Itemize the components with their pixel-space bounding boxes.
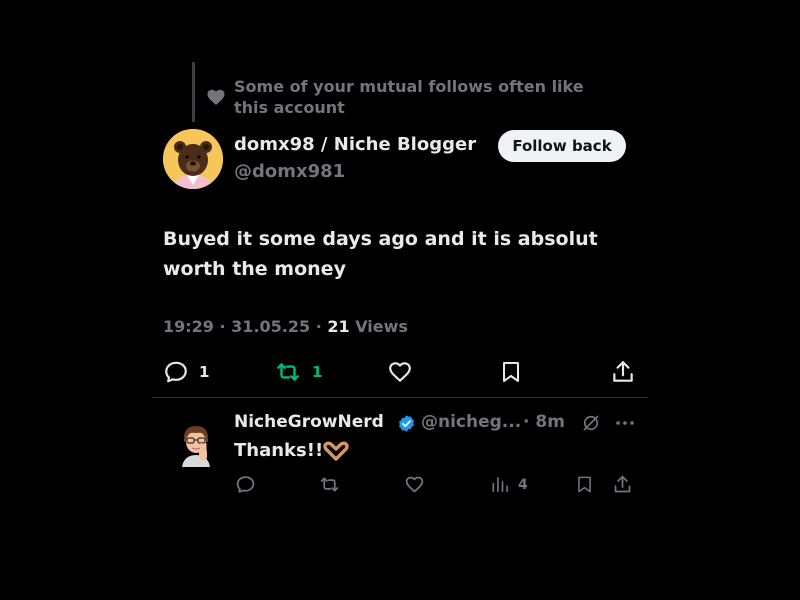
share-button[interactable] [610, 359, 636, 385]
share-icon [610, 359, 636, 385]
bookmark-button[interactable] [499, 359, 523, 385]
mute-icon [581, 413, 601, 433]
bookmark-icon [575, 474, 594, 495]
author-handle[interactable]: @domx981 [234, 161, 345, 182]
reply-author-name[interactable]: NicheGrowNerd [234, 412, 384, 432]
repost-button[interactable]: 1 [274, 359, 322, 385]
thread-line [192, 62, 195, 122]
verified-badge-icon [397, 414, 416, 433]
more-icon [614, 413, 636, 433]
reply-reply-button[interactable] [235, 474, 256, 495]
divider [152, 397, 648, 398]
reply-share-button[interactable] [612, 474, 633, 495]
reply-bookmark-button[interactable] [575, 474, 594, 495]
reply-count: 1 [199, 363, 210, 381]
analytics-icon [490, 474, 510, 495]
heart-icon [387, 359, 413, 385]
mute-conversation-button[interactable] [581, 413, 601, 433]
follow-back-button[interactable]: Follow back [498, 130, 626, 162]
more-options-button[interactable] [614, 413, 636, 433]
tweet-text: Buyed it some days ago and it is absolut… [163, 228, 598, 280]
reply-time[interactable]: · 8m [523, 412, 565, 432]
tweet-time[interactable]: 19:29 [163, 317, 214, 336]
social-context: Some of your mutual follows often like t… [206, 76, 594, 118]
author-avatar[interactable] [163, 129, 223, 189]
meta-separator: · [219, 317, 226, 336]
views-count: 21 [327, 317, 350, 336]
author-name[interactable]: domx98 / Niche Blogger [234, 134, 476, 155]
tweet-meta: 19:29 · 31.05.25 · 21 Views [163, 317, 408, 336]
reply-like-button[interactable] [404, 474, 425, 495]
tweet-date[interactable]: 31.05.25 [231, 317, 310, 336]
reply-views-count: 4 [518, 476, 528, 493]
reply-icon [163, 359, 189, 385]
share-icon [612, 474, 633, 495]
views-label: Views [355, 317, 408, 336]
reply-author-handle[interactable]: @nicheg... [421, 412, 521, 432]
reply-views-button[interactable]: 4 [490, 474, 528, 495]
heart-icon [206, 87, 226, 107]
repost-icon [318, 474, 341, 495]
bookmark-icon [499, 359, 523, 385]
reply-button[interactable]: 1 [163, 359, 209, 385]
like-button[interactable] [387, 359, 413, 385]
heart-hands-emoji-icon [323, 441, 349, 461]
reply-text: Thanks!! [234, 440, 324, 461]
reply-icon [235, 474, 256, 495]
repost-count: 1 [312, 363, 323, 381]
meta-separator: · [315, 317, 322, 336]
reply-repost-button[interactable] [318, 474, 341, 495]
heart-icon [404, 474, 425, 495]
social-context-text: Some of your mutual follows often like t… [234, 77, 584, 117]
reply-author-avatar[interactable] [176, 421, 216, 467]
repost-icon [274, 359, 302, 385]
